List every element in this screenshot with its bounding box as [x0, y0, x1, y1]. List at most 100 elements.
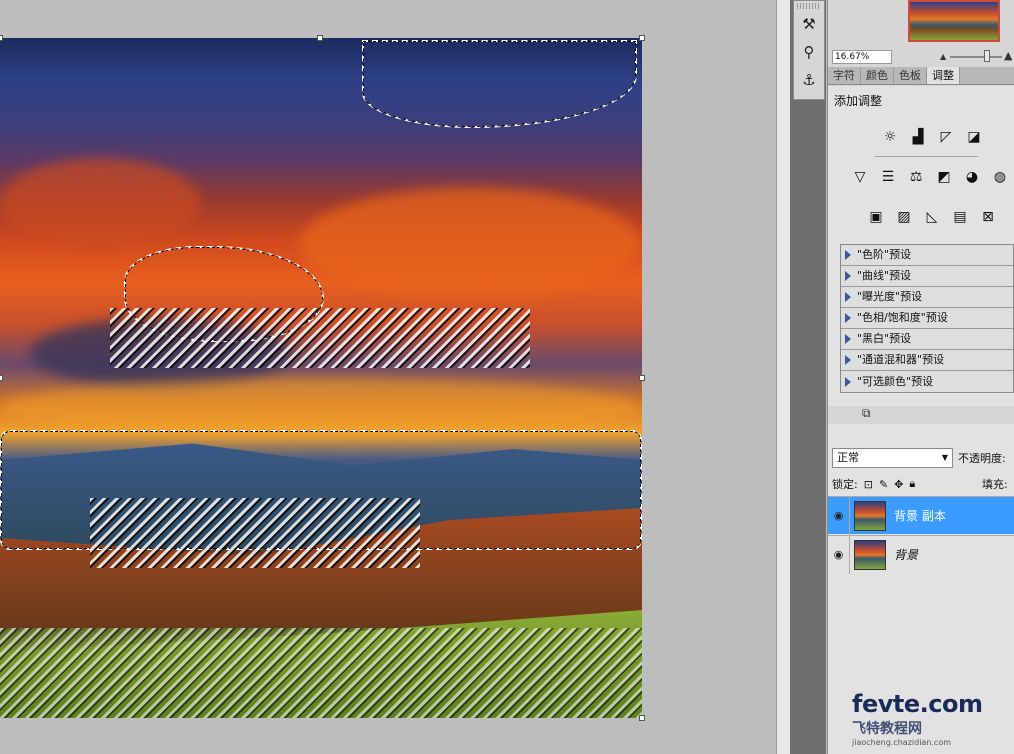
drag-grip[interactable] [797, 3, 821, 9]
channel-mixer-icon[interactable]: ◍ [988, 166, 1012, 188]
tab-adjustments[interactable]: 调整 [927, 67, 960, 84]
image-canvas[interactable] [0, 38, 642, 718]
cloud [0, 378, 640, 438]
expand-triangle-icon [845, 334, 851, 344]
preset-label: "黑白"预设 [857, 332, 912, 345]
lock-label: 锁定: [832, 478, 858, 491]
posterize-icon[interactable]: ▨ [892, 206, 916, 228]
tab-character[interactable]: 字符 [828, 67, 861, 84]
clone-source-icon[interactable]: ⚲ [796, 39, 822, 65]
adjustment-icon-row-1: ☼ ▟ ◸ ◪ [878, 126, 986, 148]
levels-icon[interactable]: ▟ [906, 126, 930, 148]
layer-thumbnail [854, 539, 886, 570]
watermark: fevte.com 飞特教程网 jiaocheng.chazidian.com [852, 690, 1012, 752]
photo-filter-icon[interactable]: ◕ [960, 166, 984, 188]
selective-color-icon[interactable]: ⊠ [976, 206, 1000, 228]
navigator-panel: 16.67% ▲ ▲ [828, 0, 1014, 66]
adjustment-icon-row-2: ▽ ☰ ⚖ ◩ ◕ ◍ [848, 166, 1012, 188]
exposure-icon[interactable]: ◪ [962, 126, 986, 148]
lock-position-icon[interactable]: ✥ [894, 478, 903, 491]
eye-icon: ◉ [833, 509, 844, 522]
zoom-slider-knob[interactable] [984, 50, 990, 62]
zoom-in-icon[interactable]: ▲ [1004, 49, 1012, 62]
transform-handle[interactable] [639, 375, 645, 381]
expand-triangle-icon [845, 376, 851, 387]
tool-presets-icon[interactable]: ⚒ [796, 11, 822, 37]
zoom-out-icon[interactable]: ▲ [940, 52, 946, 61]
lock-image-icon[interactable]: ✎ [879, 478, 888, 491]
transform-handle[interactable] [0, 35, 3, 41]
transform-handle[interactable] [639, 715, 645, 721]
expand-triangle-icon [845, 292, 851, 302]
lock-all-icon[interactable]: 🔒︎ [909, 477, 915, 491]
stamp-icon[interactable]: ⚓ [796, 67, 822, 93]
preset-label: "可选颜色"预设 [857, 374, 934, 388]
photoshop-window: { "navigator": { "zoom_value": "16.67%" … [0, 0, 1014, 754]
zoom-slider[interactable] [950, 56, 1002, 58]
layer-thumbnail [854, 500, 886, 531]
selection-hatch [110, 308, 530, 368]
visibility-toggle[interactable]: ◉ [828, 496, 850, 535]
preset-exposure[interactable]: "曝光度"预设 [841, 287, 1013, 308]
cloud [0, 158, 200, 248]
threshold-icon[interactable]: ◺ [920, 206, 944, 228]
adjustment-presets-list: "色阶"预设 "曲线"预设 "曝光度"预设 "色相/饱和度"预设 "黑白"预设 … [840, 244, 1014, 393]
chevron-down-icon: ▼ [941, 453, 948, 462]
expand-triangle-icon [845, 355, 851, 365]
adjustment-icon-row-3: ▣ ▨ ◺ ▤ ⊠ [864, 206, 1000, 228]
panel-icon-strip: ⚒ ⚲ ⚓ [793, 0, 825, 100]
hue-saturation-icon[interactable]: ☰ [876, 166, 900, 188]
layer-name: 背景 副本 [894, 509, 946, 523]
preset-black-white[interactable]: "黑白"预设 [841, 329, 1013, 350]
color-balance-icon[interactable]: ⚖ [904, 166, 928, 188]
preset-label: "曲线"预设 [857, 269, 912, 282]
tab-color[interactable]: 颜色 [861, 67, 894, 84]
opacity-label: 不透明度: [958, 452, 1006, 465]
watermark-url: jiaocheng.chazidian.com [852, 738, 952, 747]
zoom-input[interactable]: 16.67% [832, 50, 892, 64]
vertical-scrollbar[interactable] [776, 0, 790, 754]
blend-mode-select[interactable]: 正常 ▼ [832, 448, 953, 468]
adjustments-title: 添加调整 [834, 94, 883, 108]
preset-label: "色相/饱和度"预设 [857, 311, 948, 324]
tab-swatches[interactable]: 色板 [894, 67, 927, 84]
adjustments-panel: 添加调整 ☼ ▟ ◸ ◪ ▽ ☰ ⚖ ◩ ◕ ◍ ▣ ▨ ◺ ▤ ⊠ "色阶"预… [828, 86, 1014, 420]
expand-triangle-icon [845, 271, 851, 281]
transform-handle[interactable] [0, 375, 3, 381]
preset-label: "色阶"预设 [857, 248, 912, 261]
watermark-brand: fevte.com [852, 690, 983, 718]
layer-row-background-copy[interactable]: ◉ 背景 副本 [828, 496, 1014, 535]
transform-handle[interactable] [317, 35, 323, 41]
selection-outline [362, 40, 637, 128]
layer-row-background[interactable]: ◉ 背景 [828, 535, 1014, 574]
lock-transparent-icon[interactable]: ⊡ [864, 478, 873, 491]
gradient-map-icon[interactable]: ▤ [948, 206, 972, 228]
clip-layer-icon[interactable]: ⧉ [862, 406, 871, 421]
preset-channel-mixer[interactable]: "通道混和器"预设 [841, 350, 1013, 371]
eye-icon: ◉ [833, 548, 844, 561]
right-panel-column: 16.67% ▲ ▲ 字符 颜色 色板 调整 添加调整 ☼ ▟ ◸ ◪ ▽ ☰ [827, 0, 1014, 754]
black-white-icon[interactable]: ◩ [932, 166, 956, 188]
preset-label: "曝光度"预设 [857, 290, 923, 303]
preset-selective-color[interactable]: "可选颜色"预设 [841, 371, 1013, 392]
expand-triangle-icon [845, 250, 851, 260]
cloud [300, 188, 640, 298]
preset-curves[interactable]: "曲线"预设 [841, 266, 1013, 287]
brightness-contrast-icon[interactable]: ☼ [878, 126, 902, 148]
preset-hue-saturation[interactable]: "色相/饱和度"预设 [841, 308, 1013, 329]
watermark-subtitle: 飞特教程网 [852, 721, 922, 737]
preset-label: "通道混和器"预设 [857, 353, 945, 366]
layer-name: 背景 [894, 548, 919, 562]
document-workspace [0, 0, 776, 754]
curves-icon[interactable]: ◸ [934, 126, 958, 148]
preset-levels[interactable]: "色阶"预设 [841, 245, 1013, 266]
visibility-toggle[interactable]: ◉ [828, 535, 850, 574]
vibrance-icon[interactable]: ▽ [848, 166, 872, 188]
navigator-thumbnail[interactable] [908, 0, 1000, 42]
transform-handle[interactable] [639, 35, 645, 41]
adjustments-tab-bar: 字符 颜色 色板 调整 [828, 67, 1014, 85]
divider [874, 156, 978, 157]
selection-hatch [90, 498, 420, 568]
invert-icon[interactable]: ▣ [864, 206, 888, 228]
selection-hatch [0, 628, 642, 718]
